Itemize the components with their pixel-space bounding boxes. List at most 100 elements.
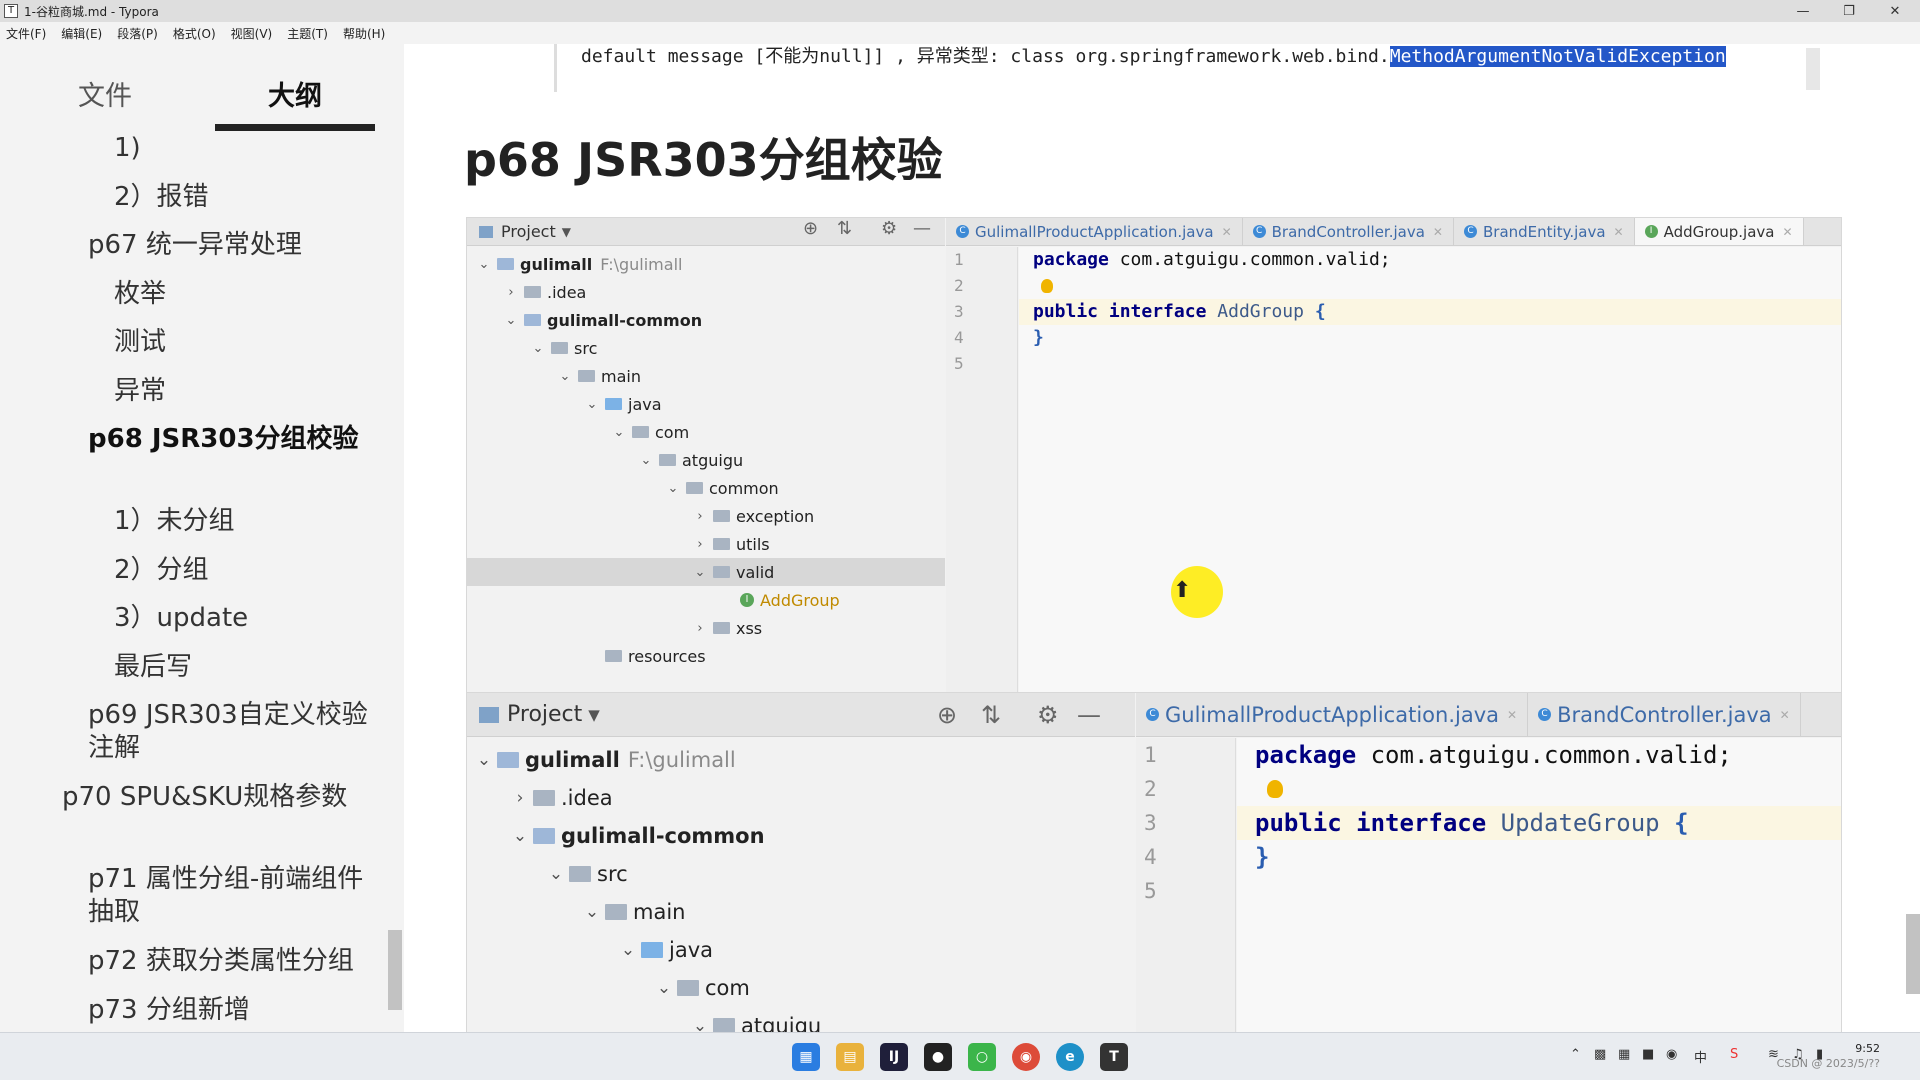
close-tab-icon[interactable]: ✕ [1614, 225, 1624, 239]
chevron-right-icon[interactable]: › [691, 509, 709, 524]
sogou-icon[interactable]: S [1730, 1047, 1738, 1062]
restore-button[interactable]: ❐ [1826, 0, 1872, 22]
chevron-up-icon[interactable]: ⌃ [1570, 1047, 1581, 1062]
menu-paragraph[interactable]: 段落(P) [117, 25, 158, 42]
tree-row[interactable]: resources [467, 642, 945, 670]
outline-item[interactable]: 枚举 [114, 278, 372, 311]
outline-item[interactable]: 2）分组 [114, 554, 372, 587]
menu-file[interactable]: 文件(F) [6, 25, 46, 42]
tree-row[interactable]: ⌄ src [467, 334, 945, 362]
tree-row[interactable]: ⌄ valid [467, 558, 945, 586]
editor-tab[interactable]: C GulimallProductApplication.java ✕ [946, 218, 1243, 245]
close-button[interactable]: ✕ [1872, 0, 1918, 22]
menu-help[interactable]: 帮助(H) [343, 25, 385, 42]
close-tab-icon[interactable]: ✕ [1507, 708, 1517, 722]
tree-row[interactable]: ⌄ gulimall-common [467, 817, 1135, 855]
chevron-down-icon[interactable]: ⌄ [547, 864, 565, 884]
chevron-down-icon[interactable]: ⌄ [583, 902, 601, 922]
minimize-button[interactable]: — [1780, 0, 1826, 22]
tree-row[interactable]: › utils [467, 530, 945, 558]
tray-app-icon[interactable]: ▦ [1618, 1047, 1630, 1062]
tree-row[interactable]: ⌄ src [467, 855, 1135, 893]
chevron-down-icon[interactable]: ⌄ [619, 940, 637, 960]
editor-tab[interactable]: I AddGroup.java ✕ [1634, 218, 1804, 245]
chevron-right-icon[interactable]: › [511, 788, 529, 808]
locate-icon[interactable]: ⊕ [803, 218, 818, 239]
windows-start-icon[interactable]: ▦ [792, 1043, 820, 1071]
gear-icon[interactable]: ⚙ [881, 218, 897, 239]
tree-row[interactable]: ⌄ com [467, 969, 1135, 1007]
tree-row[interactable]: ⌄ main [467, 362, 945, 390]
outline-item[interactable]: 最后写 [114, 651, 372, 684]
menu-edit[interactable]: 编辑(E) [61, 25, 102, 42]
outline-item[interactable]: p72 获取分类属性分组 [88, 945, 372, 978]
outline-item[interactable]: p73 分组新增 [88, 994, 372, 1027]
chevron-down-icon[interactable]: ⌄ [610, 425, 628, 440]
code-editor[interactable]: package com.atguigu.common.valid; public… [1019, 247, 1841, 708]
tree-row[interactable]: ⌄ atguigu [467, 1007, 1135, 1032]
file-explorer-icon[interactable]: ▤ [836, 1043, 864, 1071]
ime-label[interactable]: 中 [1694, 1047, 1707, 1066]
tab-outline[interactable]: 大纲 [215, 74, 375, 124]
tree-row[interactable]: ⌄ atguigu [467, 446, 945, 474]
chevron-down-icon[interactable]: ⌄ [475, 750, 493, 770]
collapse-icon[interactable]: ⇅ [837, 218, 852, 239]
tree-row[interactable]: ⌄ gulimall F:\gulimall [467, 250, 945, 278]
chevron-down-icon[interactable]: ⌄ [691, 565, 709, 580]
chevron-down-icon[interactable]: ⌄ [583, 397, 601, 412]
close-tab-icon[interactable]: ✕ [1433, 225, 1443, 239]
code-block[interactable]: default message [不能为null]] , 异常类型: class… [554, 44, 1854, 92]
outline-item[interactable]: 3）update [114, 602, 372, 635]
tree-row[interactable]: I AddGroup [467, 586, 945, 614]
tree-row[interactable]: ⌄ main [467, 893, 1135, 931]
close-tab-icon[interactable]: ✕ [1782, 225, 1792, 239]
collapse-icon[interactable]: ⇅ [981, 701, 1001, 729]
tree-row[interactable]: › .idea [467, 779, 1135, 817]
code-block-scrollbar[interactable] [1806, 48, 1820, 90]
chevron-down-icon[interactable]: ⌄ [511, 826, 529, 846]
wechat-icon[interactable]: ○ [968, 1043, 996, 1071]
qq-icon[interactable]: ● [924, 1043, 952, 1071]
tree-row[interactable]: › .idea [467, 278, 945, 306]
tab-files[interactable]: 文件 [30, 74, 180, 124]
document-scrollbar[interactable] [1906, 914, 1920, 994]
system-clock[interactable]: 9:52 CSDN @ 2023/5/?? [1777, 1041, 1880, 1071]
menu-view[interactable]: 视图(V) [231, 25, 273, 42]
chevron-down-icon[interactable]: ⌄ [529, 341, 547, 356]
outline-item[interactable]: p70 SPU&SKU规格参数 [62, 781, 372, 814]
outline-item[interactable]: 1）未分组 [114, 505, 372, 538]
outline-item[interactable]: p67 统一异常处理 [88, 229, 372, 262]
chevron-down-icon[interactable]: ⌄ [664, 481, 682, 496]
tree-row[interactable]: ⌄ common [467, 474, 945, 502]
chevron-down-icon[interactable]: ⌄ [655, 978, 673, 998]
outline-item[interactable]: p68 JSR303分组校验 [88, 423, 372, 456]
editor-tab[interactable]: C BrandEntity.java ✕ [1454, 218, 1635, 245]
intellij-icon[interactable]: IJ [880, 1043, 908, 1071]
code-editor[interactable]: package com.atguigu.common.valid; public… [1237, 738, 1841, 1032]
chevron-down-icon[interactable]: ▼ [588, 706, 600, 724]
close-tab-icon[interactable]: ✕ [1780, 708, 1790, 722]
nvidia-icon[interactable]: ■ [1642, 1047, 1654, 1062]
tray-app-icon[interactable]: ◉ [1666, 1047, 1677, 1062]
tray-app-icon[interactable]: ▩ [1594, 1047, 1606, 1062]
chevron-right-icon[interactable]: › [502, 285, 520, 300]
close-tab-icon[interactable]: ✕ [1222, 225, 1232, 239]
chevron-down-icon[interactable]: ⌄ [691, 1016, 709, 1032]
outline-item[interactable]: p71 属性分组-前端组件抽取 [88, 863, 372, 929]
menu-theme[interactable]: 主题(T) [287, 25, 328, 42]
editor-tab[interactable]: C BrandController.java ✕ [1528, 693, 1801, 736]
tree-row[interactable]: › exception [467, 502, 945, 530]
chevron-down-icon[interactable]: ⌄ [475, 257, 493, 272]
project-label[interactable]: Project [501, 222, 556, 241]
tree-row[interactable]: › xss [467, 614, 945, 642]
hide-icon[interactable]: — [1077, 701, 1101, 729]
tree-row[interactable]: ⌄ java [467, 931, 1135, 969]
chevron-down-icon[interactable]: ⌄ [502, 313, 520, 328]
outline-item[interactable]: 测试 [114, 326, 372, 359]
tree-row[interactable]: ⌄ com [467, 418, 945, 446]
lightbulb-icon[interactable] [1041, 279, 1053, 293]
editor-tab[interactable]: C GulimallProductApplication.java ✕ [1136, 693, 1529, 736]
tree-row[interactable]: ⌄ gulimall-common [467, 306, 945, 334]
gear-icon[interactable]: ⚙ [1037, 701, 1059, 729]
outline-item[interactable]: 2）报错 [114, 181, 372, 214]
